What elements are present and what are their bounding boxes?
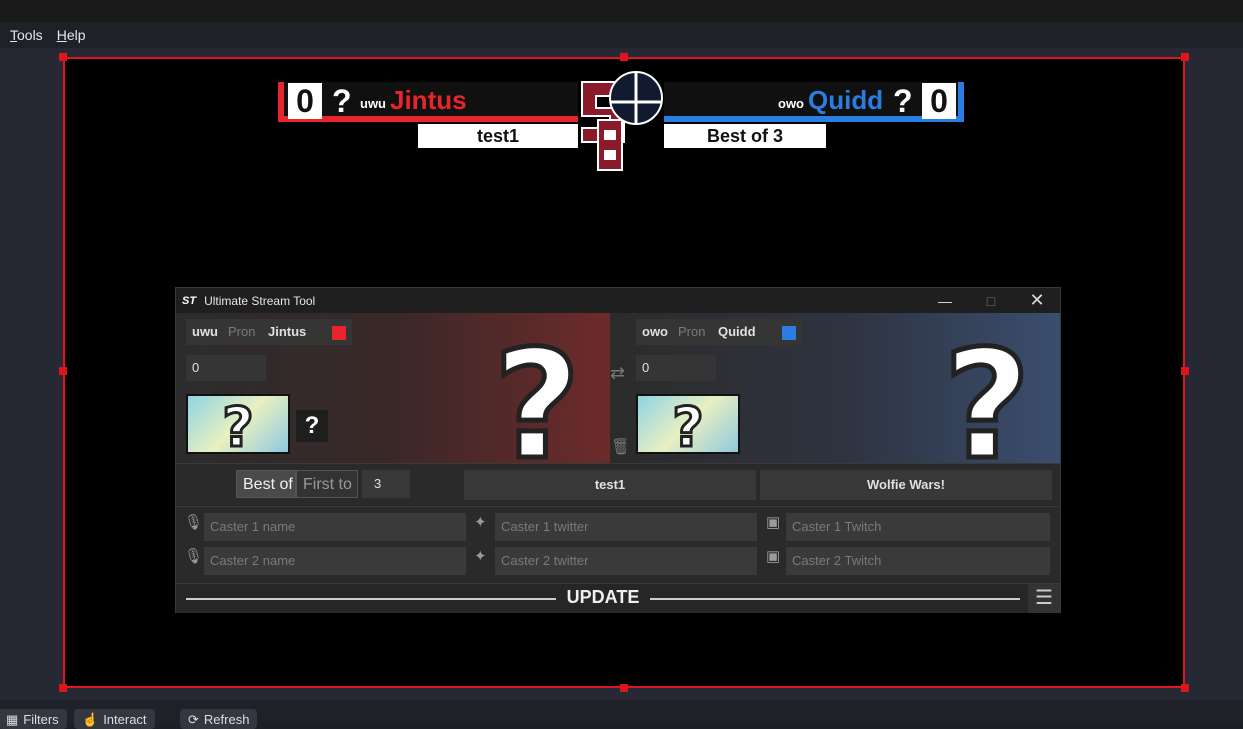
bestof-label: Best of 3: [664, 124, 826, 148]
twitch-icon: ▣: [766, 514, 781, 531]
p2-character-select[interactable]: ?: [636, 394, 740, 461]
resize-handle[interactable]: [1181, 367, 1189, 375]
caster2-name-input[interactable]: Caster 2 name: [204, 547, 466, 575]
microphone-icon: 🎙: [184, 548, 204, 565]
p1-color-swatch[interactable]: [332, 326, 346, 340]
p1-score-input[interactable]: 0: [186, 355, 266, 381]
p2-pron-input[interactable]: Pron: [672, 319, 712, 345]
p1-character-select[interactable]: ?: [186, 394, 290, 461]
interact-button[interactable]: ☝ Interact: [74, 709, 155, 729]
firstto-toggle[interactable]: First to: [296, 470, 358, 498]
p2-character-render: ?: [941, 331, 1033, 471]
p1-score: 0: [288, 83, 322, 119]
window-title: Ultimate Stream Tool: [204, 293, 316, 308]
p1-pron-input[interactable]: Pron: [222, 319, 262, 345]
p2-character-icon: ?: [893, 83, 913, 119]
p2-color-swatch[interactable]: [782, 326, 796, 340]
swap-column: ⇄ 🗑: [610, 313, 631, 463]
casters-section: 🎙 Caster 1 name ✦ Caster 1 twitter ▣ Cas…: [176, 506, 1060, 582]
scoreboard-p1-bar: 0 ? uwu Jintus: [278, 82, 578, 122]
svg-text:?: ?: [222, 396, 253, 452]
swap-icon[interactable]: ⇄: [610, 363, 625, 384]
caster1-name-input[interactable]: Caster 1 name: [204, 513, 466, 541]
menu-help[interactable]: Help: [57, 27, 86, 43]
title-strip: [0, 0, 1243, 22]
p1-pronoun: uwu: [360, 96, 386, 111]
resize-handle[interactable]: [1181, 684, 1189, 692]
refresh-button[interactable]: ⟳ Refresh: [180, 709, 258, 729]
twitter-icon: ✦: [474, 548, 487, 565]
divider: [186, 598, 556, 600]
player2-panel: owo Pron Quidd 0 ? ?: [626, 313, 1060, 471]
p2-pronoun-input[interactable]: owo: [636, 319, 672, 345]
bestof-value-input[interactable]: 3: [362, 470, 410, 498]
p1-name: Jintus: [390, 85, 467, 115]
p1-character-icon: ?: [332, 83, 352, 119]
app-icon: ST: [182, 294, 197, 307]
menu-tools[interactable]: Tools: [10, 27, 43, 43]
update-bar: UPDATE ☰: [176, 583, 1060, 613]
resize-handle[interactable]: [59, 53, 67, 61]
update-button[interactable]: UPDATE: [556, 587, 650, 608]
menu-icon[interactable]: ☰: [1028, 584, 1060, 613]
p2-name: Quidd: [808, 85, 884, 115]
twitter-icon: ✦: [474, 514, 487, 531]
svg-text:?: ?: [493, 331, 580, 471]
filter-icon: ▦: [6, 712, 19, 727]
scoreboard-p2-bar: owo Quidd ? 0: [664, 82, 964, 122]
cursor-icon: ☝: [82, 712, 99, 727]
microphone-icon: 🎙: [184, 514, 204, 531]
round-label: test1: [418, 124, 578, 148]
p1-skin-select[interactable]: ?: [296, 410, 328, 442]
player1-panel: uwu Pron Jintus 0 ? ? ?: [176, 313, 610, 471]
p2-score-input[interactable]: 0: [636, 355, 716, 381]
maximize-button[interactable]: □: [968, 288, 1014, 313]
stream-tool-window: ST Ultimate Stream Tool — □ ✕ uwu Pron J…: [175, 287, 1061, 613]
tournament-logo: [581, 71, 663, 171]
p2-pronoun: owo: [778, 96, 804, 111]
caster2-twitter-input[interactable]: Caster 2 twitter: [495, 547, 757, 575]
tournament-input[interactable]: Wolfie Wars!: [760, 470, 1052, 500]
menu-bar: Tools Help: [0, 22, 1243, 48]
bestof-toggle[interactable]: Best of: [236, 470, 296, 498]
resize-handle[interactable]: [1181, 53, 1189, 61]
match-info-row: Best of First to 3 test1 Wolfie Wars!: [176, 463, 1060, 505]
round-input[interactable]: test1: [464, 470, 756, 500]
caster1-twitter-input[interactable]: Caster 1 twitter: [495, 513, 757, 541]
resize-handle[interactable]: [59, 684, 67, 692]
resize-handle[interactable]: [620, 53, 628, 61]
minimize-button[interactable]: —: [922, 288, 968, 313]
p1-character-render: ?: [491, 331, 583, 471]
divider: [650, 598, 1020, 600]
svg-text:?: ?: [943, 331, 1030, 471]
refresh-icon: ⟳: [188, 712, 199, 727]
caster2-twitch-input[interactable]: Caster 2 Twitch: [786, 547, 1050, 575]
twitch-icon: ▣: [766, 548, 781, 565]
caster1-twitch-input[interactable]: Caster 1 Twitch: [786, 513, 1050, 541]
p2-score: 0: [922, 83, 956, 119]
resize-handle[interactable]: [620, 684, 628, 692]
svg-text:?: ?: [672, 396, 703, 452]
p1-pronoun-input[interactable]: uwu: [186, 319, 222, 345]
close-button[interactable]: ✕: [1014, 288, 1060, 313]
scoreboard-overlay: 0 ? uwu Jintus owo Quidd ? 0 test1 Best …: [278, 71, 968, 176]
resize-handle[interactable]: [59, 367, 67, 375]
filters-button[interactable]: ▦ Filters: [0, 709, 67, 729]
